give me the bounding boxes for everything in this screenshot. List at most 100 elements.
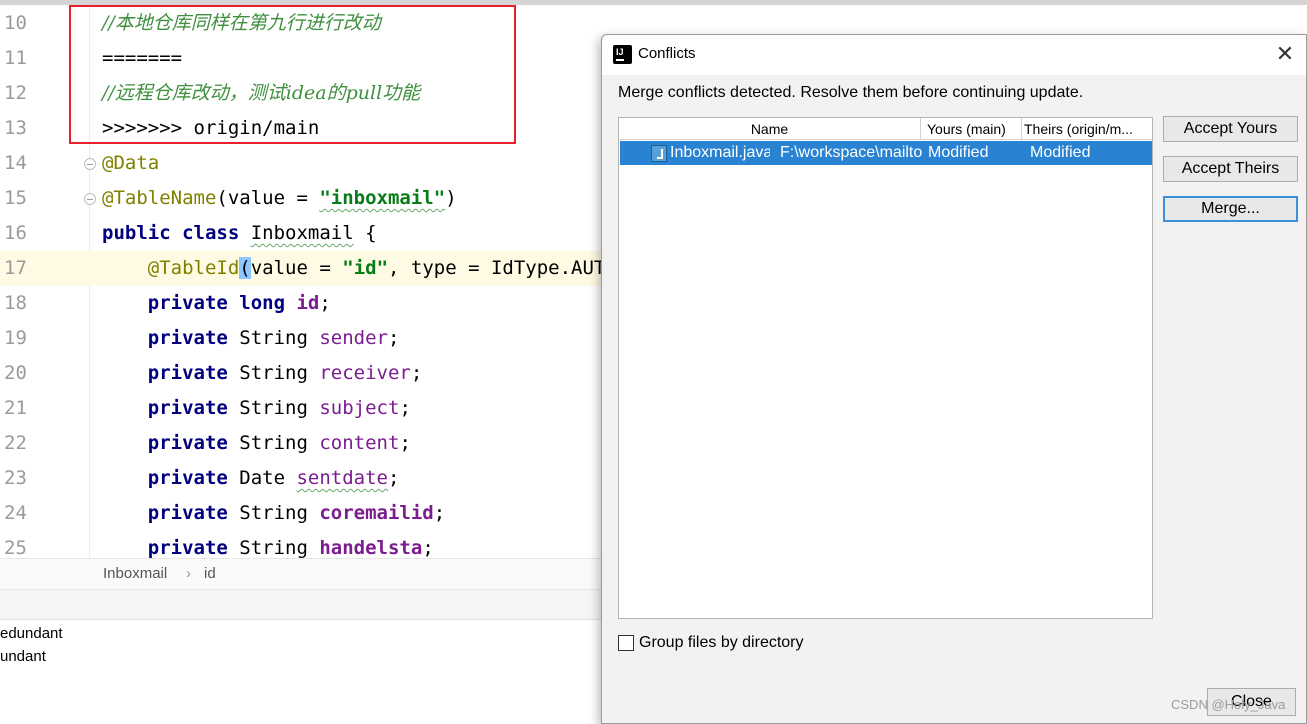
code-token: @TableName [102, 187, 217, 209]
code-token: private [147, 502, 240, 524]
panel-text-line: undant [0, 648, 46, 665]
code-token: ; [433, 502, 446, 524]
code-token: private [147, 432, 240, 454]
code-token: String [239, 397, 320, 419]
breadcrumb-separator-icon: › [186, 565, 191, 582]
code-token: sender [319, 327, 388, 349]
code-token: "inboxmail" [319, 187, 446, 209]
code-text: @TableName(value = "inboxmail") [102, 181, 457, 216]
fold-icon[interactable] [84, 158, 96, 170]
code-text: private String content; [102, 426, 411, 461]
code-token: ; [399, 397, 411, 419]
line-number: 11 [4, 47, 27, 69]
file-name: Inboxmail.java [670, 144, 770, 161]
code-token: sentdate [296, 467, 388, 489]
close-icon[interactable]: ✕ [1274, 43, 1296, 65]
code-token: handelsta [319, 537, 423, 558]
column-header-theirs[interactable]: Theirs (origin/m... [1022, 118, 1154, 140]
code-text: private String coremailid; [102, 496, 445, 531]
line-number: 22 [4, 432, 27, 454]
column-header-name[interactable]: Name [619, 118, 921, 140]
code-text: private Date sentdate; [102, 461, 400, 496]
code-token: String [239, 327, 320, 349]
code-token: ; [399, 432, 411, 454]
line-number: 23 [4, 467, 27, 489]
code-token: id [296, 292, 320, 314]
code-token: @TableId [147, 257, 240, 279]
table-header: Name Yours (main) Theirs (origin/m... [619, 118, 1152, 140]
code-token: ; [410, 362, 423, 384]
watermark: CSDN @Holy_Java [1171, 697, 1286, 712]
code-token: public class [102, 222, 251, 244]
dialog-title-bar[interactable]: IJ Conflicts ✕ [602, 35, 1306, 75]
code-token: { [353, 222, 377, 244]
code-token: receiver [319, 362, 411, 384]
panel-text-line: edundant [0, 625, 63, 642]
group-by-directory-checkbox[interactable] [618, 635, 634, 651]
table-row[interactable]: Inboxmail.java F:\workspace\mailto Modif… [620, 141, 1152, 165]
merge-button[interactable]: Merge... [1163, 196, 1298, 222]
code-token: (value = [216, 187, 320, 209]
conflict-files-table[interactable]: Name Yours (main) Theirs (origin/m... In… [618, 117, 1153, 619]
column-header-yours[interactable]: Yours (main) [921, 118, 1022, 140]
code-text: private String handelsta; [102, 531, 434, 558]
code-text: private String receiver; [102, 356, 423, 391]
conflict-marker-highlight [69, 5, 516, 144]
code-text: @TableId(value = "id", type = IdType.AUT… [102, 251, 628, 286]
java-file-icon [651, 145, 667, 162]
line-number: 17 [4, 257, 27, 279]
line-number: 13 [4, 117, 27, 139]
code-token: ( [239, 257, 251, 279]
code-token: private [147, 327, 240, 349]
code-token: private [147, 537, 240, 558]
breadcrumb-class[interactable]: Inboxmail [103, 565, 167, 582]
line-number: 24 [4, 502, 27, 524]
code-token: , type = IdType.AUTO) [388, 257, 629, 279]
code-token: String [239, 502, 320, 524]
code-token: private [147, 397, 240, 419]
line-number: 25 [4, 537, 27, 558]
code-text: @Data [102, 146, 159, 181]
line-number: 14 [4, 152, 27, 174]
theirs-status: Modified [1030, 144, 1091, 161]
code-token: ; [388, 467, 400, 489]
code-token: String [239, 432, 320, 454]
accept-theirs-button[interactable]: Accept Theirs [1163, 156, 1298, 182]
code-text: private String sender; [102, 321, 400, 356]
code-text: private long id; [102, 286, 331, 321]
fold-icon[interactable] [84, 193, 96, 205]
line-number: 19 [4, 327, 27, 349]
code-token: coremailid [319, 502, 434, 524]
line-number: 16 [4, 222, 27, 244]
code-token: @Data [102, 152, 160, 174]
breadcrumb-field[interactable]: id [204, 565, 216, 582]
code-token: "id" [342, 257, 389, 279]
code-token: content [319, 432, 400, 454]
code-token: value = [250, 257, 343, 279]
code-token: ) [445, 187, 457, 209]
code-token: private [147, 362, 240, 384]
code-token: private long [147, 292, 297, 314]
line-number: 20 [4, 362, 27, 384]
code-token: private [147, 467, 240, 489]
accept-yours-button[interactable]: Accept Yours [1163, 116, 1298, 142]
code-text: private String subject; [102, 391, 411, 426]
code-token: Date [239, 467, 297, 489]
line-number: 12 [4, 82, 27, 104]
conflicts-dialog: IJ Conflicts ✕ Merge conflicts detected.… [601, 34, 1307, 724]
code-token: String [239, 537, 320, 558]
code-text: public class Inboxmail { [102, 216, 377, 251]
intellij-idea-icon: IJ [611, 43, 634, 66]
conflict-message: Merge conflicts detected. Resolve them b… [618, 84, 1084, 101]
code-token: subject [319, 397, 400, 419]
code-token: ; [388, 327, 400, 349]
